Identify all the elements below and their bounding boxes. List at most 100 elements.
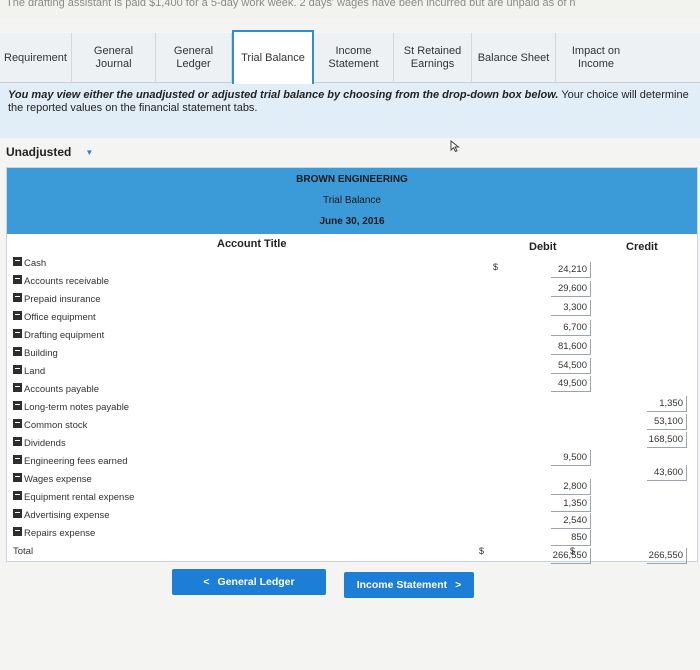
next-button-label: Income Statement: [356, 579, 448, 591]
row-handle-icon[interactable]: [13, 310, 22, 320]
table-row: Drafting equipment 81,600: [7, 326, 697, 355]
table-row: Building 54,500: [7, 344, 697, 374]
instructions-bold: You may view either the unadjusted or ad…: [8, 89, 559, 101]
table-row: Long-term notes payable 53,100: [7, 398, 697, 430]
credit-amount-field[interactable]: 266,550: [647, 548, 687, 564]
table-row: Advertising expense 2,540: [7, 506, 697, 529]
row-handle-icon[interactable]: [13, 472, 22, 482]
tab-general-ledger[interactable]: General Ledger: [156, 33, 232, 83]
account-title-field[interactable]: Accounts receivable: [13, 272, 109, 290]
table-row: Accounts payable 1,350: [7, 380, 697, 412]
row-handle-icon[interactable]: [13, 436, 22, 446]
account-title: Common stock: [24, 419, 88, 431]
table-row: Accounts receivable 29,600: [7, 272, 697, 297]
account-title-field[interactable]: Engineering fees earned: [13, 452, 128, 470]
row-handle-icon[interactable]: [13, 328, 22, 338]
table-row: Dividends 9,500: [7, 434, 697, 466]
row-handle-icon[interactable]: [13, 346, 22, 356]
row-handle-icon[interactable]: [13, 508, 22, 518]
prev-general-ledger-button[interactable]: < General Ledger: [172, 569, 326, 595]
account-title-field[interactable]: Common stock: [13, 416, 87, 434]
mouse-cursor-icon: [450, 139, 460, 155]
company-name: BROWN ENGINEERING: [296, 174, 408, 185]
account-title: Accounts payable: [24, 383, 99, 395]
row-handle-icon[interactable]: [13, 292, 22, 302]
row-handle-icon[interactable]: [13, 418, 22, 428]
account-title: Land: [24, 365, 46, 377]
account-title: Engineering fees earned: [24, 455, 128, 467]
account-title: Long-term notes payable: [24, 401, 130, 413]
total-debit-dollar-sign: $: [479, 546, 485, 556]
account-title: Office equipment: [24, 311, 96, 323]
account-title: Equipment rental expense: [24, 491, 135, 503]
statement-date: June 30, 2016: [319, 216, 385, 227]
trial-balance-type-select[interactable]: Unadjusted ▼: [2, 142, 112, 162]
chevron-left-icon: <: [203, 576, 210, 588]
account-title-field[interactable]: Dividends: [13, 434, 66, 452]
table-row: Wages expense 2,800: [7, 470, 697, 495]
account-title-field[interactable]: Equipment rental expense: [13, 488, 134, 506]
account-title: Building: [24, 347, 58, 359]
table-row: Total 266,550 266,550: [7, 542, 697, 564]
table-row: Prepaid insurance 3,300: [7, 290, 697, 316]
table-row: Land 49,500: [7, 362, 697, 392]
account-title: Advertising expense: [24, 509, 110, 521]
account-title: Accounts receivable: [24, 275, 110, 287]
column-header-debit: Debit: [529, 241, 557, 253]
column-header-account: Account Title: [217, 238, 287, 250]
account-title-field[interactable]: Accounts payable: [13, 380, 99, 398]
tab-st-retained-earnings[interactable]: St Retained Earnings: [394, 33, 472, 83]
row-handle-icon[interactable]: [13, 454, 22, 464]
tab-general-journal[interactable]: General Journal: [72, 33, 156, 83]
account-title-field[interactable]: Land: [13, 362, 45, 380]
table-row: Repairs expense 850: [7, 524, 697, 546]
select-value: Unadjusted: [6, 145, 72, 159]
account-title: Repairs expense: [24, 527, 96, 539]
tab-bar: Requirement General Journal General Ledg…: [0, 30, 700, 84]
account-title: Cash: [24, 257, 47, 269]
account-title-field[interactable]: Long-term notes payable: [13, 398, 129, 416]
account-title-field[interactable]: Drafting equipment: [13, 326, 104, 344]
tab-balance-sheet[interactable]: Balance Sheet: [472, 33, 556, 83]
row-handle-icon[interactable]: [13, 526, 22, 536]
account-title-field[interactable]: Building: [13, 344, 58, 362]
account-title: Wages expense: [24, 473, 92, 485]
prev-button-label: General Ledger: [217, 576, 295, 588]
row-handle-icon[interactable]: [13, 490, 22, 500]
account-title: Total: [13, 545, 34, 557]
tab-impact-on-income[interactable]: Impact on Income: [556, 33, 636, 83]
table-row: Equipment rental expense 1,350: [7, 488, 697, 512]
tab-income-statement[interactable]: Income Statement: [314, 33, 394, 83]
column-header-credit: Credit: [626, 241, 658, 253]
row-handle-icon[interactable]: [13, 400, 22, 410]
sheet-header: BROWN ENGINEERING Trial Balance June 30,…: [7, 168, 697, 234]
row-handle-icon[interactable]: [13, 274, 22, 284]
account-title-field[interactable]: Repairs expense: [13, 524, 95, 542]
row-handle-icon[interactable]: [13, 256, 22, 266]
row-handle-icon[interactable]: [13, 382, 22, 392]
table-row: Engineering fees earned 43,600: [7, 452, 697, 481]
account-title-field[interactable]: Office equipment: [13, 308, 96, 326]
tab-requirement[interactable]: Requirement: [0, 33, 72, 83]
table-row: Common stock 168,500: [7, 416, 697, 448]
total-credit-dollar-sign: $: [570, 546, 576, 556]
account-title-field[interactable]: Prepaid insurance: [13, 290, 101, 308]
statement-title: Trial Balance: [323, 195, 381, 206]
account-title-field[interactable]: Cash: [13, 254, 46, 272]
chevron-down-icon: ▼: [85, 147, 94, 157]
account-title-field[interactable]: Advertising expense: [13, 506, 110, 524]
instructions: You may view either the unadjusted or ad…: [0, 83, 700, 138]
question-text-strip: The drafting assistant is paid $1,400 fo…: [0, 0, 700, 18]
next-income-statement-button[interactable]: Income Statement >: [344, 572, 474, 598]
table-row: Cash 24,210: [7, 254, 697, 278]
tab-trial-balance[interactable]: Trial Balance: [232, 30, 314, 84]
chevron-right-icon: >: [455, 579, 462, 591]
account-title: Drafting equipment: [24, 329, 105, 341]
account-title: Prepaid insurance: [24, 293, 101, 305]
trial-balance-sheet: BROWN ENGINEERING Trial Balance June 30,…: [6, 167, 698, 564]
row-handle-icon[interactable]: [13, 364, 22, 374]
table-row: Office equipment 6,700: [7, 308, 697, 336]
account-title-field[interactable]: Total: [13, 542, 33, 560]
account-title-field[interactable]: Wages expense: [13, 470, 92, 488]
account-title: Dividends: [24, 437, 66, 449]
